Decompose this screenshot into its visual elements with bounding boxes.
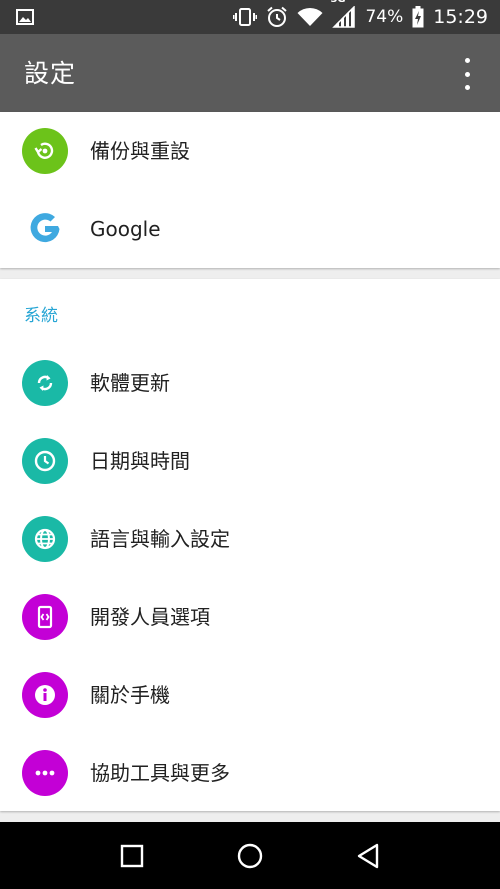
settings-item-label: 開發人員選項 — [90, 605, 210, 629]
network-type-label: 3G — [330, 0, 345, 5]
status-bar: 3G 74% 15:29 — [0, 0, 500, 34]
personal-settings-card: 備份與重設 Google — [0, 112, 500, 268]
sync-icon — [22, 360, 68, 406]
settings-item-backup-reset[interactable]: 備份與重設 — [0, 112, 500, 190]
settings-item-label: 關於手機 — [90, 683, 170, 707]
google-icon — [22, 206, 68, 252]
vibrate-icon — [233, 7, 258, 27]
settings-item-label: 日期與時間 — [90, 449, 190, 473]
settings-item-label: 備份與重設 — [90, 139, 190, 163]
settings-item-label: 協助工具與更多 — [90, 761, 230, 785]
more-dots-icon — [22, 750, 68, 796]
triangle-back-icon — [357, 843, 379, 869]
battery-percent: 74% — [365, 7, 404, 27]
app-bar: 設定 — [0, 34, 500, 112]
alarm-icon — [266, 6, 288, 28]
clock-time: 15:29 — [433, 6, 488, 28]
settings-item-accessibility-more[interactable]: 協助工具與更多 — [0, 734, 500, 812]
settings-item-label: 軟體更新 — [90, 371, 170, 395]
settings-item-label: Google — [90, 217, 161, 241]
home-button[interactable] — [234, 840, 266, 872]
wifi-icon — [297, 7, 323, 27]
gallery-notification-icon — [16, 9, 34, 25]
circle-icon — [237, 843, 263, 869]
settings-item-date-time[interactable]: 日期與時間 — [0, 422, 500, 500]
developer-options-icon — [22, 594, 68, 640]
info-icon — [22, 672, 68, 718]
clock-icon — [22, 438, 68, 484]
page-title: 設定 — [24, 59, 77, 88]
settings-item-about-phone[interactable]: 關於手機 — [0, 656, 500, 734]
settings-item-label: 語言與輸入設定 — [90, 527, 230, 551]
settings-item-google[interactable]: Google — [0, 190, 500, 268]
settings-item-language-input[interactable]: 語言與輸入設定 — [0, 500, 500, 578]
settings-item-developer-options[interactable]: 開發人員選項 — [0, 578, 500, 656]
recent-apps-button[interactable] — [116, 840, 148, 872]
settings-item-software-update[interactable]: 軟體更新 — [0, 344, 500, 422]
globe-icon — [22, 516, 68, 562]
system-settings-card: 系統 軟體更新 日期與時間 語言與輸入設定 開發人員選項 關於手機 協助工具與更… — [0, 279, 500, 811]
backup-restore-icon — [22, 128, 68, 174]
navigation-bar — [0, 822, 500, 889]
more-options-button[interactable] — [452, 56, 482, 92]
back-button[interactable] — [352, 840, 384, 872]
more-vert-icon — [464, 58, 470, 63]
square-icon — [120, 844, 144, 868]
cell-signal-icon: 3G — [330, 0, 356, 28]
battery-charging-icon — [412, 6, 424, 28]
section-header-system: 系統 — [24, 306, 58, 326]
